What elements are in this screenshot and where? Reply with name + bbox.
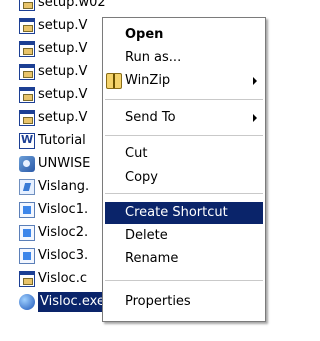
file-name: setup.w02 — [38, 0, 106, 10]
file-item[interactable]: setup.V — [19, 85, 87, 105]
file-name: setup.V — [38, 18, 88, 33]
file-item[interactable]: setup.V — [19, 108, 87, 128]
submenu-arrow-icon — [253, 77, 257, 85]
file-name: Visloc2. — [38, 225, 89, 240]
file-item[interactable]: UNWISE — [19, 154, 90, 174]
file-name: Visloc.c — [38, 271, 87, 286]
winzip-icon — [106, 73, 122, 89]
word-document-icon — [19, 132, 35, 149]
exe-window-icon — [19, 18, 35, 34]
menu-item-create-shortcut[interactable]: Create Shortcut — [105, 202, 263, 224]
setup-program-icon — [19, 156, 35, 172]
file-name: setup.V — [38, 41, 88, 56]
menu-item-label: Send To — [125, 110, 176, 125]
file-name: Visloc1. — [38, 202, 89, 217]
document-icon — [19, 225, 35, 241]
menu-separator — [105, 135, 263, 136]
file-name: setup.V — [38, 64, 88, 79]
menu-item-winzip[interactable]: WinZip — [105, 70, 263, 92]
menu-separator — [105, 99, 263, 100]
file-name: setup.V — [38, 110, 88, 125]
file-name: setup.V — [38, 87, 88, 102]
file-name: Visloc3. — [38, 248, 89, 263]
file-name: Tutorial — [38, 133, 86, 148]
document-icon — [19, 202, 35, 218]
document-icon — [19, 248, 35, 264]
file-item[interactable]: Vislang. — [19, 177, 89, 197]
menu-item-cut[interactable]: Cut — [105, 143, 263, 165]
file-item[interactable]: Visloc.c — [19, 269, 87, 289]
menu-item-open[interactable]: Open — [105, 24, 263, 46]
menu-item-label: WinZip — [125, 73, 171, 88]
file-name: UNWISE — [38, 156, 91, 171]
menu-item-label: Rename — [125, 251, 179, 266]
menu-item-delete[interactable]: Delete — [105, 225, 263, 247]
file-item[interactable]: setup.V — [19, 62, 87, 82]
menu-item-run-as[interactable]: Run as... — [105, 47, 263, 69]
file-name: Vislang. — [38, 179, 90, 194]
menu-item-copy[interactable]: Copy — [105, 167, 263, 189]
setup-info-icon — [19, 179, 35, 195]
exe-window-icon — [19, 271, 35, 287]
file-name: Visloc.exe — [38, 292, 107, 312]
menu-item-label: Delete — [125, 228, 168, 243]
menu-item-label: Create Shortcut — [125, 205, 228, 220]
menu-item-properties[interactable]: Properties — [105, 291, 263, 313]
menu-item-rename[interactable]: Rename — [105, 248, 263, 270]
file-item[interactable]: Visloc2. — [19, 223, 88, 243]
exe-window-icon — [19, 64, 35, 80]
menu-item-label: Run as... — [125, 50, 182, 65]
menu-item-send-to[interactable]: Send To — [105, 107, 263, 129]
submenu-arrow-icon — [253, 114, 257, 122]
exe-window-icon — [19, 0, 35, 11]
exe-window-icon — [19, 110, 35, 126]
context-menu: Open Run as... WinZip Send To Cut Copy C… — [102, 17, 266, 322]
file-item[interactable]: setup.V — [19, 39, 87, 59]
application-icon — [19, 294, 35, 310]
file-item[interactable]: Visloc3. — [19, 246, 88, 266]
file-item-selected[interactable]: Visloc.exe — [19, 292, 107, 312]
exe-window-icon — [19, 87, 35, 103]
file-item[interactable]: setup.w02 — [19, 0, 106, 13]
file-item[interactable]: Tutorial — [19, 131, 86, 151]
menu-item-label: Properties — [125, 294, 191, 309]
menu-separator — [105, 280, 263, 281]
menu-item-label: Cut — [125, 146, 148, 161]
file-item[interactable]: Visloc1. — [19, 200, 88, 220]
exe-window-icon — [19, 41, 35, 57]
menu-item-label: Open — [125, 27, 164, 42]
file-item[interactable]: setup.V — [19, 16, 87, 36]
menu-item-label: Copy — [125, 170, 158, 185]
menu-separator — [105, 193, 263, 194]
